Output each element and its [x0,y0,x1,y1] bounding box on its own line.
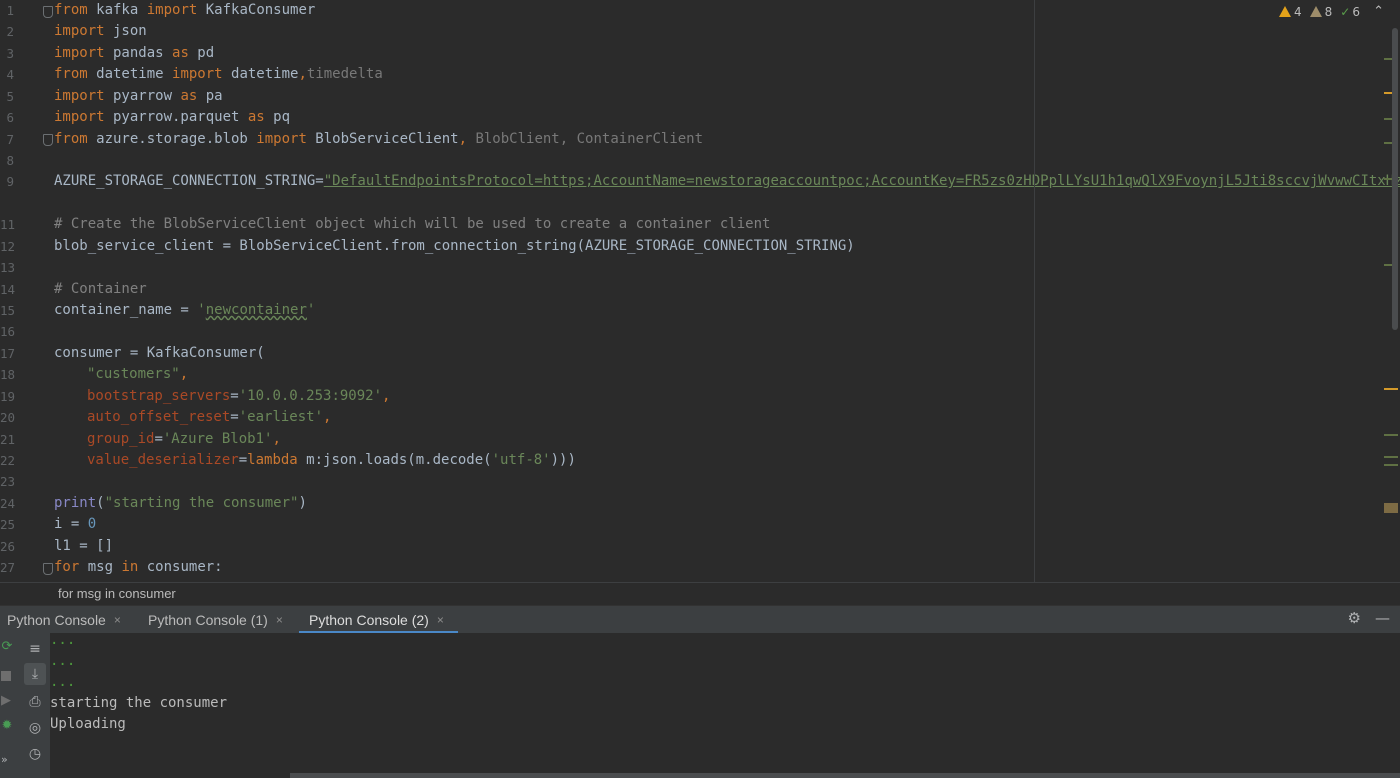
code-line-27[interactable]: for msg in consumer: [54,557,223,578]
rerun-icon[interactable]: ⟳ [0,639,14,654]
line-number: 4 [6,67,14,83]
weak-warning-count[interactable]: 8 [1309,5,1332,19]
previous-highlight-icon[interactable]: ⌃ [1373,4,1384,19]
line-number: 7 [6,131,14,147]
line-number: 5 [6,88,14,104]
typo-check-icon: ✓ [1340,5,1351,19]
line-number: 16 [0,324,16,340]
line-number: 3 [6,45,14,61]
console-output-line: Uploading [50,716,126,732]
code-line-2[interactable]: import json [54,21,147,42]
console-prompt: ... [50,653,76,669]
fold-marker-icon[interactable] [43,6,53,18]
line-number-gutter: 1 2 3 4 5 6 7 8 9 11 12 13 14 15 16 17 1… [0,0,44,582]
code-line-24[interactable]: print("starting the consumer") [54,493,307,514]
console-prompt: ... [50,632,76,648]
line-number: 15 [0,303,16,318]
breadcrumb[interactable]: for msg in consumer [0,582,1400,605]
code-line-3[interactable]: import pandas as pd [54,43,214,64]
code-line-20[interactable]: auto_offset_reset='earliest', [87,407,331,428]
inspection-widget[interactable]: 4 8 ✓ 6 [1279,5,1360,19]
minimize-icon[interactable]: — [1375,609,1390,627]
line-number: 2 [6,24,14,40]
print-icon[interactable]: ⎙ [24,691,46,713]
close-icon[interactable]: × [276,613,283,627]
line-number: 17 [0,345,16,361]
line-number: 24 [0,495,16,511]
line-number: 6 [6,110,14,126]
debug-icon[interactable]: ✹ [0,718,14,733]
code-line-25[interactable]: i = 0 [54,514,96,535]
code-line-11[interactable]: # Create the BlobServiceClient object wh… [54,214,770,235]
line-number: 27 [0,560,16,576]
line-number: 23 [0,474,16,490]
python-console[interactable]: ⟳ ▶ ✹ » ≡ ⤓ ⎙ ◎ ◷ ... ... ... starting t… [0,632,1400,778]
tab-python-console[interactable]: Python Console × [7,606,121,633]
soft-wrap-icon[interactable]: ≡ [24,638,46,660]
line-number: 22 [0,453,16,468]
line-number: 18 [0,367,16,383]
code-line-19[interactable]: bootstrap_servers='10.0.0.253:9092', [87,386,390,407]
code-line-9[interactable]: AZURE_STORAGE_CONNECTION_STRING="Default… [54,171,1400,192]
console-output-line: starting the consumer [50,695,228,711]
code-line-22[interactable]: value_deserializer=lambda m:json.loads(m… [87,450,576,471]
glasses-icon[interactable]: ◎ [24,717,46,739]
close-icon[interactable]: × [437,613,444,627]
line-number: 19 [0,388,16,404]
code-line-4[interactable]: from datetime import datetime,timedelta [54,64,383,85]
tab-python-console-2[interactable]: Python Console (2) × [299,606,458,634]
run-icon[interactable]: ▶ [1,693,11,708]
warning-icon [1279,6,1292,17]
warning-count[interactable]: 4 [1279,5,1302,19]
stripe-mark[interactable] [1384,503,1398,513]
code-line-18[interactable]: "customers", [87,364,188,385]
line-number: 8 [6,153,14,168]
code-line-5[interactable]: import pyarrow as pa [54,86,223,107]
line-number: 21 [0,431,16,447]
stripe-mark[interactable] [1384,464,1398,466]
close-icon[interactable]: × [114,613,121,627]
console-horizontal-scrollbar[interactable] [290,773,1400,778]
line-number: 9 [6,174,14,190]
fold-marker-icon[interactable] [43,134,53,146]
line-number: 13 [0,260,16,276]
code-line-17[interactable]: consumer = KafkaConsumer( [54,343,265,364]
line-number: 25 [0,517,16,533]
history-icon[interactable]: ◷ [24,743,46,765]
line-number: 20 [0,410,16,426]
line-number: 1 [6,3,14,18]
code-line-15[interactable]: container_name = 'newcontainer' [54,300,315,321]
console-tab-bar: Python Console × Python Console (1) × Pyth… [0,605,1400,634]
console-action-strip: ⟳ ▶ ✹ » [0,633,16,778]
stop-icon[interactable] [1,671,11,681]
line-number: 11 [0,217,16,233]
code-line-1[interactable]: from kafka import KafkaConsumer [54,0,315,21]
console-prompt: ... [50,674,76,690]
right-margin-guide [1034,0,1035,582]
fold-marker-icon[interactable] [43,563,53,575]
more-icon[interactable]: » [1,753,8,766]
editor-scrollbar[interactable] [1392,28,1398,330]
code-line-6[interactable]: import pyarrow.parquet as pq [54,107,290,128]
code-line-12[interactable]: blob_service_client = BlobServiceClient.… [54,236,855,257]
stripe-mark[interactable] [1384,434,1398,436]
typo-count[interactable]: ✓ 6 [1340,5,1360,19]
line-number: 14 [0,281,16,297]
line-number: 26 [0,538,16,554]
tool-window-actions: ⚙ — [1348,609,1390,627]
code-line-7[interactable]: from azure.storage.blob import BlobServi… [54,129,703,150]
weak-warning-icon [1309,6,1322,17]
code-editor[interactable]: 1 2 3 4 5 6 7 8 9 11 12 13 14 15 16 17 1… [0,0,1400,582]
breadcrumb-item[interactable]: for msg in consumer [58,586,176,601]
code-line-14[interactable]: # Container [54,279,147,300]
settings-icon[interactable]: ⚙ [1348,609,1361,627]
scroll-to-end-icon[interactable]: ⤓ [24,663,46,685]
stripe-mark[interactable] [1384,388,1398,390]
code-line-26[interactable]: l1 = [] [54,536,113,557]
code-line-21[interactable]: group_id='Azure Blob1', [87,429,281,450]
line-number: 12 [0,238,16,254]
tab-python-console-1[interactable]: Python Console (1) × [148,606,283,633]
stripe-mark[interactable] [1384,456,1398,458]
